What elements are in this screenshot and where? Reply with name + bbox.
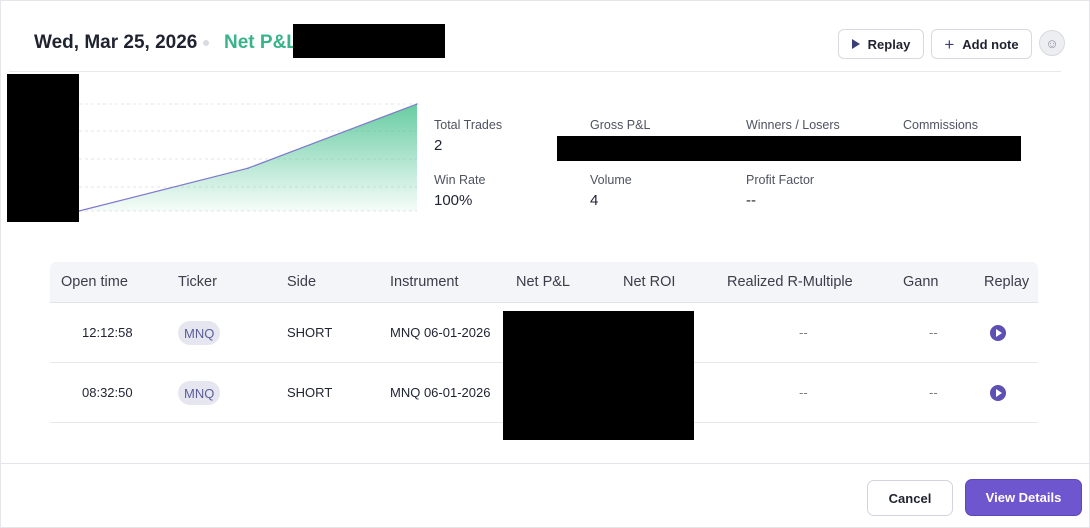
- replay-button-label: Replay: [867, 36, 911, 52]
- col-gann[interactable]: Gann: [903, 274, 938, 290]
- winners-losers-label: Winners / Losers: [746, 118, 840, 132]
- day-date: Wed, Mar 25, 2026: [34, 32, 198, 53]
- total-trades-value: 2: [434, 137, 443, 154]
- net-pl-label: Net P&L: [224, 32, 298, 53]
- open-time-cell: 12:12:58: [82, 325, 133, 340]
- pl-roi-cells-redacted: [503, 311, 694, 440]
- avatar-icon: ☺: [1045, 35, 1059, 51]
- volume-label: Volume: [590, 173, 632, 187]
- modal-header: Wed, Mar 25, 2026 Net P&L Replay + Add n…: [1, 1, 1090, 73]
- footer-divider: [1, 463, 1090, 464]
- add-note-button[interactable]: + Add note: [931, 29, 1032, 59]
- header-divider: [9, 71, 1061, 72]
- plus-icon: +: [944, 34, 955, 54]
- cancel-button[interactable]: Cancel: [867, 480, 953, 516]
- instrument-cell: MNQ 06-01-2026: [390, 385, 491, 400]
- commissions-label: Commissions: [903, 118, 979, 132]
- play-icon: [851, 39, 860, 49]
- play-circle-icon[interactable]: [990, 385, 1006, 401]
- gann-cell: --: [929, 385, 938, 400]
- volume-value: 4: [590, 192, 599, 209]
- r-multiple-cell: --: [799, 385, 808, 400]
- side-cell: SHORT: [287, 385, 333, 400]
- ticker-badge: MNQ: [178, 321, 221, 345]
- profit-factor-value: --: [746, 192, 756, 209]
- col-net-roi[interactable]: Net ROI: [623, 274, 675, 290]
- col-r-multiple[interactable]: Realized R-Multiple: [727, 274, 853, 290]
- col-open-time[interactable]: Open time: [61, 274, 128, 290]
- total-trades-label: Total Trades: [434, 118, 503, 132]
- col-instrument[interactable]: Instrument: [390, 274, 459, 290]
- chart-axis-redacted: [7, 74, 79, 222]
- header-separator-dot: [203, 40, 209, 46]
- replay-button[interactable]: Replay: [838, 29, 924, 59]
- open-time-cell: 08:32:50: [82, 385, 133, 400]
- chart-area-fill: [79, 104, 417, 211]
- stats-values-redacted: [557, 136, 1021, 161]
- col-ticker[interactable]: Ticker: [178, 274, 217, 290]
- instrument-cell: MNQ 06-01-2026: [390, 325, 491, 340]
- chart-point: [247, 167, 249, 169]
- col-net-pl[interactable]: Net P&L: [516, 274, 570, 290]
- win-rate-label: Win Rate: [434, 173, 486, 187]
- gross-pl-label: Gross P&L: [590, 118, 651, 132]
- view-details-button[interactable]: View Details: [965, 479, 1082, 516]
- gann-cell: --: [929, 325, 938, 340]
- r-multiple-cell: --: [799, 325, 808, 340]
- trade-day-modal: Wed, Mar 25, 2026 Net P&L Replay + Add n…: [0, 0, 1090, 528]
- win-rate-value: 100%: [434, 192, 473, 209]
- net-pl-value-redacted: [293, 24, 445, 58]
- col-replay: Replay: [984, 274, 1030, 290]
- add-note-button-label: Add note: [962, 36, 1019, 52]
- ticker-badge: MNQ: [178, 381, 221, 405]
- chart-point: [416, 103, 418, 105]
- table-header: Open time Ticker Side Instrument Net P&L…: [50, 262, 1038, 303]
- user-avatar[interactable]: ☺: [1039, 30, 1065, 56]
- play-circle-icon[interactable]: [990, 325, 1006, 341]
- profit-factor-label: Profit Factor: [746, 173, 815, 187]
- side-cell: SHORT: [287, 325, 333, 340]
- col-side[interactable]: Side: [287, 274, 316, 290]
